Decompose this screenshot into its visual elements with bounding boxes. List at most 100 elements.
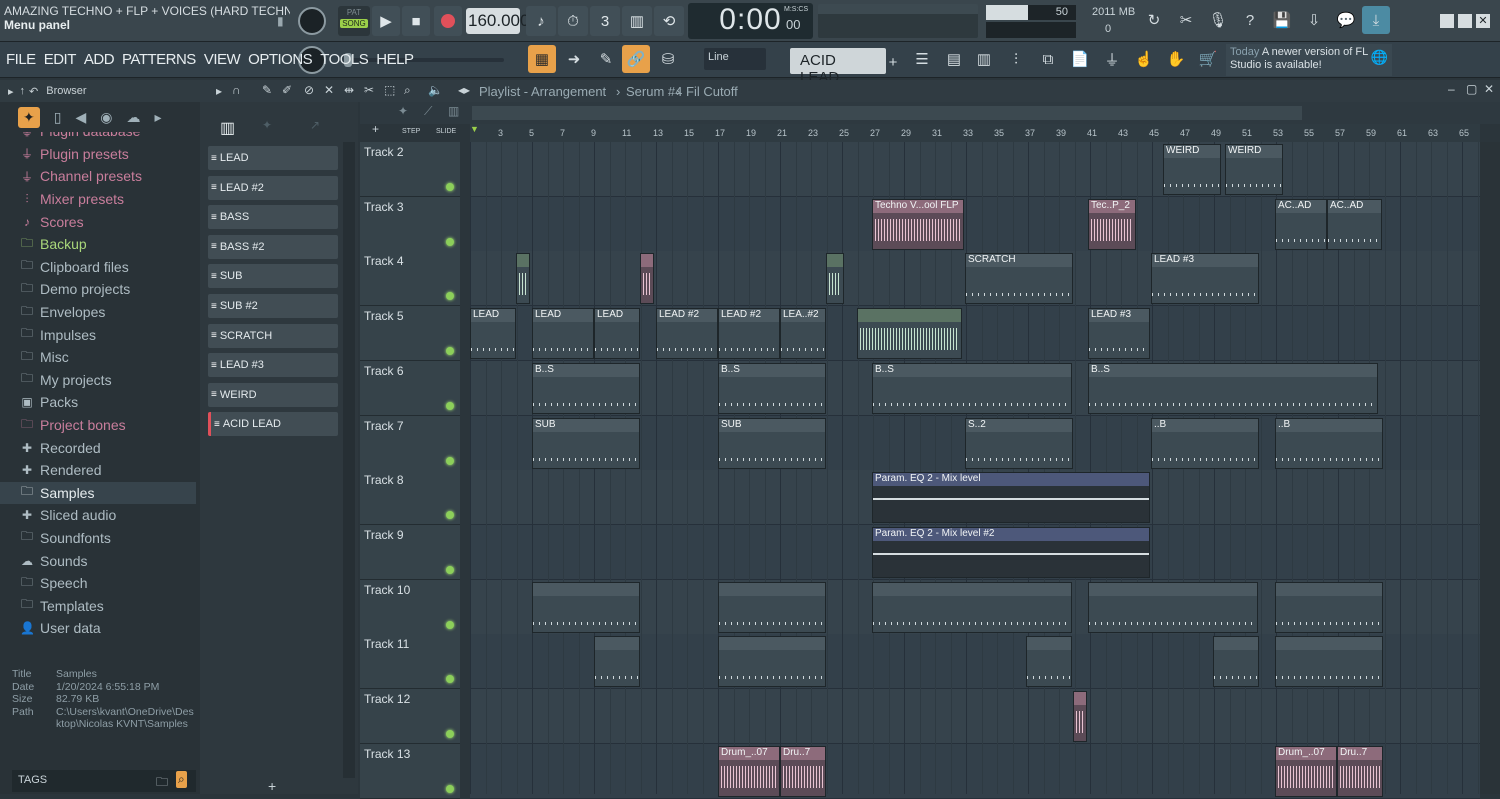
playlist-close-button[interactable]: ✕ bbox=[1484, 82, 1494, 96]
piano-icon[interactable]: ▥ bbox=[220, 118, 235, 138]
project-info-button[interactable]: 📄 bbox=[1066, 45, 1094, 73]
track-mute-led[interactable] bbox=[446, 347, 454, 356]
track-mute-led[interactable] bbox=[446, 565, 454, 574]
touch-keyboard-button[interactable]: ☝ bbox=[1130, 45, 1158, 73]
pattern-clip[interactable]: ..B bbox=[1275, 417, 1383, 469]
pattern-clip[interactable]: SUB bbox=[532, 417, 640, 469]
automation-clip[interactable]: Param. EQ 2 - Mix level bbox=[872, 472, 1150, 524]
playlist-tool-1-icon[interactable]: ✦ bbox=[398, 104, 408, 118]
search-icon[interactable]: ⌕ bbox=[176, 771, 187, 788]
magnet-icon[interactable]: ∩ bbox=[232, 83, 241, 97]
channel-rack-button[interactable]: ▤ bbox=[940, 45, 968, 73]
track-header[interactable]: Track 12 bbox=[360, 689, 460, 744]
brush-icon[interactable]: ✐ bbox=[282, 83, 292, 97]
undo-button[interactable]: ↻ bbox=[1140, 6, 1168, 34]
track-mute-led[interactable] bbox=[446, 237, 454, 246]
track-mute-led[interactable] bbox=[446, 620, 454, 629]
browser-item-scores[interactable]: ♪ Scores bbox=[0, 210, 196, 233]
pattern-clip[interactable]: LEAD bbox=[470, 308, 516, 360]
all-tab-icon[interactable]: ✦ bbox=[18, 106, 40, 128]
equalizer-button[interactable]: ⫶ bbox=[1002, 45, 1030, 73]
loop-record-button[interactable]: ⟲ bbox=[654, 6, 684, 36]
pattern-clip[interactable] bbox=[718, 581, 826, 633]
pattern-clip[interactable] bbox=[532, 581, 640, 633]
track-header[interactable]: Track 4 bbox=[360, 251, 460, 307]
mixer-button[interactable]: ☰ bbox=[908, 45, 936, 73]
track-mute-led[interactable] bbox=[446, 675, 454, 684]
playlist-grid[interactable]: WEIRD WEIRD Techno V...ool FLP Tec..P_2 AC..… bbox=[470, 142, 1480, 799]
chat-button[interactable]: 💬 bbox=[1332, 6, 1360, 34]
files-tab-icon[interactable]: ▯ bbox=[54, 109, 62, 126]
pattern-clip[interactable]: Drum_..07 bbox=[718, 745, 780, 797]
pencil-tool-button[interactable]: ✎ bbox=[592, 45, 620, 73]
mute-icon[interactable]: ✕ bbox=[324, 83, 334, 97]
piano-roll-button[interactable]: ▥ bbox=[970, 45, 998, 73]
playlist-nav-icon[interactable]: ◂▸ bbox=[458, 83, 470, 97]
pattern-clip[interactable]: Drum_..07 bbox=[1275, 745, 1337, 797]
vertical-scrollbar[interactable] bbox=[1480, 142, 1500, 794]
track-header[interactable]: Track 10 bbox=[360, 579, 460, 635]
pattern-item[interactable]: SUB #2 bbox=[208, 294, 338, 318]
pattern-clip[interactable]: WEIRD bbox=[1163, 144, 1221, 195]
step-edit-button[interactable]: ▥ bbox=[622, 6, 652, 36]
track-mute-led[interactable] bbox=[446, 511, 454, 520]
breadcrumb-2[interactable]: Fil Cutoff bbox=[686, 84, 738, 99]
pattern-clip[interactable]: SCRATCH bbox=[965, 253, 1073, 305]
pattern-clip[interactable]: B..S bbox=[1088, 362, 1378, 414]
browser-item-recorded[interactable]: ✚ Recorded bbox=[0, 436, 196, 459]
pattern-item[interactable]: LEAD #2 bbox=[208, 175, 338, 200]
pattern-item[interactable]: SCRATCH bbox=[208, 323, 338, 348]
automation-clip[interactable]: Param. EQ 2 - Mix level #2 bbox=[872, 526, 1150, 578]
browser-item-sounds[interactable]: ☁ Sounds bbox=[0, 549, 196, 572]
overview-scrollbar[interactable] bbox=[472, 106, 1302, 120]
plugins-tab-icon[interactable]: ◉ bbox=[100, 109, 112, 126]
pattern-clip[interactable] bbox=[872, 581, 1072, 633]
pattern-clip[interactable] bbox=[1275, 581, 1383, 633]
pattern-clip[interactable]: LEAD #2 bbox=[656, 308, 718, 360]
stamp-button[interactable]: ⛁ bbox=[654, 45, 682, 73]
pattern-selector[interactable]: ACID LEAD bbox=[790, 48, 886, 86]
browser-item-templates[interactable]: 🗀 Templates bbox=[0, 594, 196, 617]
pattern-clip[interactable]: Tec..P_2 bbox=[1088, 198, 1136, 250]
pattern-clip[interactable] bbox=[1026, 636, 1072, 688]
close-button[interactable]: ✕ bbox=[1476, 14, 1490, 28]
pattern-clip[interactable] bbox=[640, 253, 654, 305]
pattern-clip[interactable]: SUB bbox=[718, 417, 826, 469]
browser-item-plugin-database[interactable]: ⏚ Plugin database bbox=[0, 132, 196, 143]
plugin-picker-button[interactable]: ⧉ bbox=[1034, 45, 1062, 73]
track-mute-led[interactable] bbox=[446, 292, 454, 301]
song-position-display[interactable]: 0:00 M:S:CS 00 bbox=[688, 3, 813, 39]
pattern-item[interactable]: BASS #2 bbox=[208, 234, 338, 259]
track-header[interactable]: Track 6 bbox=[360, 360, 460, 416]
slip-icon[interactable]: ⇹ bbox=[344, 83, 354, 97]
pattern-clip[interactable]: Dru..7 bbox=[780, 745, 826, 797]
add-pattern-button[interactable]: + bbox=[886, 48, 900, 76]
menu-help[interactable]: HELP bbox=[376, 51, 414, 68]
browser-item-misc[interactable]: 🗀 Misc bbox=[0, 346, 196, 369]
cloud-tab-icon[interactable]: ☁ bbox=[126, 109, 140, 126]
breadcrumb-1[interactable]: Serum #4 bbox=[626, 84, 682, 99]
pattern-clip[interactable]: AC..AD bbox=[1275, 198, 1327, 250]
pattern-clip[interactable]: LEAD bbox=[594, 308, 640, 360]
browser-item-channel-presets[interactable]: ⏚ Channel presets bbox=[0, 165, 196, 188]
browser-item-samples[interactable]: 🗀 Samples bbox=[0, 481, 196, 505]
pattern-clip[interactable]: LEAD #2 bbox=[718, 308, 780, 360]
tags-bar[interactable]: TAGS 🗀 ⌕ bbox=[12, 770, 196, 792]
snap-select[interactable]: Line bbox=[704, 48, 766, 70]
recorder-button[interactable]: ✋ bbox=[1162, 45, 1190, 73]
menu-edit[interactable]: EDIT bbox=[44, 51, 77, 68]
pattern-clip[interactable]: WEIRD bbox=[1225, 144, 1283, 195]
browser-item-clipboard-files[interactable]: 🗀 Clipboard files bbox=[0, 256, 196, 279]
stop-button[interactable]: ■ bbox=[402, 6, 430, 36]
playlist-menu-icon[interactable]: ▸ bbox=[216, 84, 222, 98]
playlist-maximize-button[interactable]: ▢ bbox=[1466, 82, 1477, 96]
link-button[interactable]: 🔗 bbox=[622, 45, 650, 73]
pattern-clip[interactable]: B..S bbox=[872, 362, 1072, 414]
pattern-clip[interactable] bbox=[1275, 636, 1383, 688]
browser-item-envelopes[interactable]: 🗀 Envelopes bbox=[0, 301, 196, 324]
track-header[interactable]: Track 9 bbox=[360, 524, 460, 580]
track-header[interactable]: Track 13 bbox=[360, 743, 460, 799]
browser-item-sliced-audio[interactable]: ✚ Sliced audio bbox=[0, 504, 196, 527]
pencil-icon[interactable]: ✎ bbox=[262, 83, 272, 97]
plugin-manager-button[interactable]: ⏚ bbox=[1098, 45, 1126, 73]
